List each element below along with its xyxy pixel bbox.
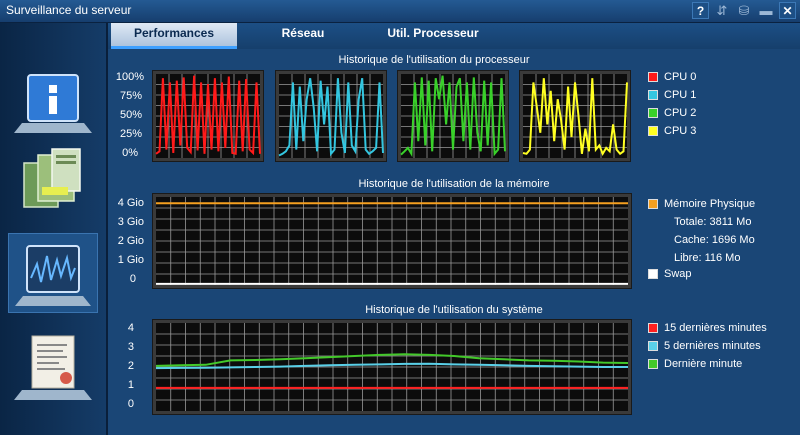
legend-load15: 15 dernières minutes [648,322,767,334]
legend-cpu1: CPU 1 [648,89,696,101]
legend-label: Swap [664,268,692,280]
legend-swatch [648,341,658,351]
legend-label: CPU 1 [664,89,697,101]
memory-y-tick: 4 Gio [117,197,144,209]
tab-util-processeur[interactable]: Util. Processeur [363,23,503,49]
legend-cpu2: CPU 2 [648,107,696,119]
tab-performances[interactable]: Performances [111,23,237,49]
tab-bar: Performances Réseau Util. Processeur [108,23,800,49]
cpu-y-tick: 25% [119,128,142,140]
memory-y-tick: 0 [129,273,136,285]
cpu1-graph [275,70,387,162]
legend-load1: Dernière minute [648,358,742,370]
system-y-tick: 2 [127,360,134,372]
legend-label: CPU 3 [664,125,697,137]
legend-swatch [648,323,658,333]
cpu-y-tick: 0% [122,147,138,159]
legend-cpu0: CPU 0 [648,71,696,83]
legend-swatch [648,90,658,100]
legend-swatch [648,72,658,82]
sidebar-item-hardware[interactable] [8,141,98,221]
sidebar-item-info[interactable] [8,63,98,143]
help-button[interactable]: ? [692,2,709,19]
legend-swatch [648,108,658,118]
cpu-y-tick: 75% [119,90,142,102]
memory-graph [152,193,632,289]
minimize-icon[interactable]: ▬ [757,2,775,19]
cpu3-graph [519,70,631,162]
system-y-tick: 0 [127,398,134,410]
cpu2-graph [397,70,509,162]
cpu-y-tick: 50% [119,109,142,121]
system-y-tick: 1 [127,379,134,391]
memory-y-tick: 2 Gio [117,235,144,247]
legend-label: CPU 2 [664,107,697,119]
close-button[interactable]: ✕ [779,2,796,19]
legend-swatch [648,199,658,209]
monitor-chart-icon [15,245,91,306]
window-title: Surveillance du serveur [6,3,132,17]
legend-cpu3: CPU 3 [648,125,696,137]
legend-label: CPU 0 [664,71,697,83]
legend-label: 15 dernières minutes [664,322,767,334]
memory-y-tick: 1 Gio [117,254,144,266]
system-section-title: Historique de l'utilisation du système [365,304,543,316]
memory-free: Libre: 116 Mo [674,252,741,264]
system-graph [152,319,632,415]
memory-total: Totale: 3811 Mo [674,216,752,228]
cpu0-graph [152,70,264,162]
legend-label: 5 dernières minutes [664,340,761,352]
legend-swatch [648,359,658,369]
title-bar-controls: ? ⇵ ⛁ ▬ ✕ [692,2,796,19]
legend-swap: Swap [648,268,692,280]
system-y-tick: 4 [127,322,134,334]
sidebar [0,23,108,435]
title-bar: Surveillance du serveur ? ⇵ ⛁ ▬ ✕ [0,0,800,23]
legend-swatch [648,126,658,136]
log-document-icon [14,335,92,400]
sidebar-item-monitor[interactable] [8,233,98,313]
server-icon [23,148,81,208]
legend-load5: 5 dernières minutes [648,340,761,352]
memory-cache: Cache: 1696 Mo [674,234,755,246]
cpu-y-tick: 100% [115,71,144,83]
cpu-section-title: Historique de l'utilisation du processeu… [338,54,530,66]
legend-swatch [648,269,658,279]
info-icon [14,74,92,133]
system-y-tick: 3 [127,341,134,353]
tab-reseau[interactable]: Réseau [248,23,358,49]
pin-icon[interactable]: ⇵ [713,2,731,19]
memory-y-tick: 3 Gio [117,216,144,228]
sidebar-item-log[interactable] [8,328,98,408]
legend-label: Dernière minute [664,358,743,370]
legend-physical-memory: Mémoire Physique [648,198,755,210]
main-panel: Performances Réseau Util. Processeur His… [108,23,800,435]
memory-section-title: Historique de l'utilisation de la mémoir… [358,178,550,190]
network-icon[interactable]: ⛁ [735,2,753,19]
legend-label: Mémoire Physique [664,198,756,210]
